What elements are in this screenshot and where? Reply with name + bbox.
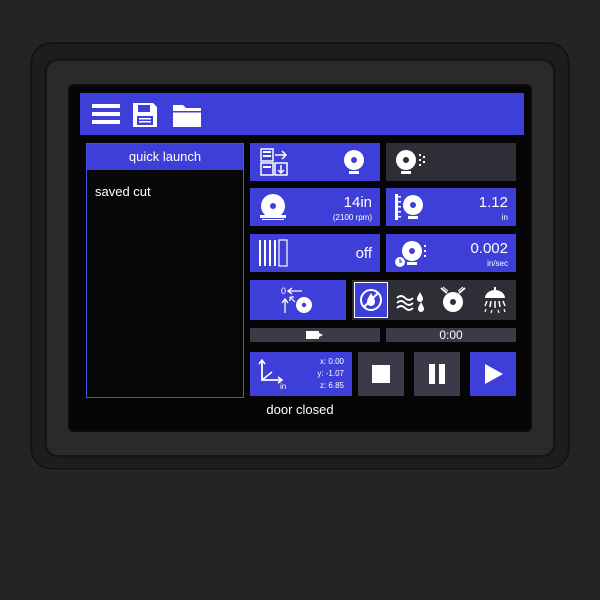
- blade-rpm-icon: [260, 194, 286, 220]
- blade-pattern-tile[interactable]: off: [250, 234, 380, 272]
- depth-tile[interactable]: 1.12 in: [386, 188, 516, 226]
- mist-button[interactable]: [392, 282, 430, 318]
- top-toolbar: [80, 93, 524, 135]
- progress-bar: [250, 328, 380, 342]
- home-position-icon: 0: [281, 286, 312, 313]
- progress-marker-icon: [306, 331, 323, 339]
- blade-pattern-value: off: [355, 245, 372, 262]
- touch-screen: quick launch saved cut 14in (2100 rpm) 1…: [70, 86, 530, 430]
- position-z: z: 6.85: [319, 381, 344, 390]
- stop-button[interactable]: [358, 352, 404, 396]
- depth-value: 1.12: [478, 194, 508, 211]
- position-y: y: -1.07: [317, 369, 344, 378]
- feed-icon: [395, 241, 426, 267]
- spray-icon: [440, 286, 466, 312]
- job-setup-icon: [260, 148, 288, 176]
- timer-display: 0:00: [386, 328, 516, 342]
- depth-unit: in: [501, 213, 508, 222]
- blade-speed-tile[interactable]: 14in (2100 rpm): [250, 188, 380, 226]
- position-tile[interactable]: in x: 0.00 y: -1.07 z: 6.85: [250, 352, 352, 396]
- menu-icon[interactable]: [92, 102, 120, 131]
- feed-rate-unit: in/sec: [487, 259, 508, 268]
- pattern-icon: [259, 239, 288, 267]
- pause-button[interactable]: [414, 352, 460, 396]
- blade-coolant-tile[interactable]: [386, 143, 516, 181]
- shower-button[interactable]: [476, 282, 514, 318]
- quick-launch-title: quick launch: [87, 144, 243, 170]
- coolant-mode-group: [352, 280, 516, 320]
- save-icon[interactable]: [132, 102, 158, 133]
- blade-coolant-icon: [396, 150, 425, 174]
- folder-icon[interactable]: [172, 102, 202, 133]
- job-setup-tile[interactable]: [250, 143, 380, 181]
- mist-icon: [396, 292, 424, 312]
- spray-button[interactable]: [434, 282, 472, 318]
- door-status: door closed: [266, 402, 334, 417]
- blade-speed-rpm: (2100 rpm): [332, 213, 372, 222]
- no-coolant-button[interactable]: [354, 282, 388, 318]
- feed-rate-value: 0.002: [470, 240, 508, 257]
- position-x: x: 0.00: [319, 357, 344, 366]
- blade-speed-value: 14in: [343, 194, 372, 211]
- axes-icon: [258, 358, 284, 384]
- home-position-tile[interactable]: 0: [250, 280, 346, 320]
- depth-icon: [395, 194, 423, 220]
- pause-icon: [429, 364, 445, 384]
- quick-launch-item[interactable]: saved cut: [95, 184, 151, 199]
- position-unit: in: [280, 382, 287, 391]
- play-button[interactable]: [470, 352, 516, 396]
- shower-icon: [484, 287, 506, 314]
- play-icon: [485, 364, 503, 384]
- quick-launch-panel: quick launch saved cut: [86, 143, 244, 398]
- blade-icon: [344, 150, 364, 174]
- stop-icon: [372, 365, 390, 383]
- svg-text:0: 0: [281, 286, 286, 296]
- no-coolant-icon: [360, 289, 382, 311]
- feed-rate-tile[interactable]: 0.002 in/sec: [386, 234, 516, 272]
